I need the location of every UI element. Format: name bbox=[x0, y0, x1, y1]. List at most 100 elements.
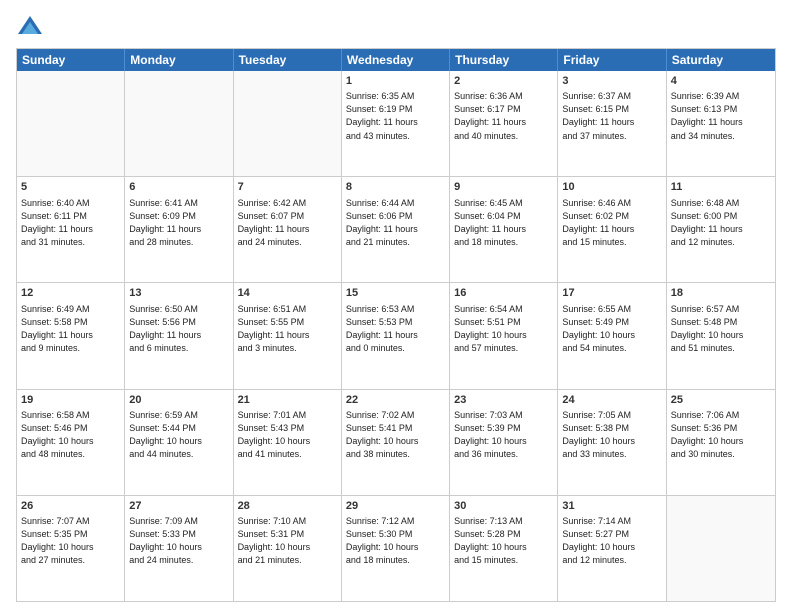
day-number: 8 bbox=[346, 180, 445, 195]
day-number: 30 bbox=[454, 499, 553, 514]
day-number: 5 bbox=[21, 180, 120, 195]
logo bbox=[16, 14, 46, 42]
day-number: 25 bbox=[671, 393, 771, 408]
cell-text: Sunrise: 6:54 AM Sunset: 5:51 PM Dayligh… bbox=[454, 303, 553, 355]
header bbox=[16, 10, 776, 42]
calendar-cell: 18 Sunrise: 6:57 AM Sunset: 5:48 PM Dayli… bbox=[667, 283, 775, 388]
calendar-cell: 30Sunrise: 7:13 AM Sunset: 5:28 PM Dayli… bbox=[450, 496, 558, 601]
day-number: 12 bbox=[21, 286, 120, 301]
day-number: 4 bbox=[671, 74, 771, 89]
calendar-cell: 9 Sunrise: 6:45 AM Sunset: 6:04 PM Daylig… bbox=[450, 177, 558, 282]
cell-text: Sunrise: 6:35 AM Sunset: 6:19 PM Dayligh… bbox=[346, 90, 445, 142]
calendar-cell: 23Sunrise: 7:03 AM Sunset: 5:39 PM Dayli… bbox=[450, 390, 558, 495]
cell-text: Sunrise: 6:44 AM Sunset: 6:06 PM Dayligh… bbox=[346, 197, 445, 249]
cell-text: Sunrise: 6:36 AM Sunset: 6:17 PM Dayligh… bbox=[454, 90, 553, 142]
cell-text: Sunrise: 7:12 AM Sunset: 5:30 PM Dayligh… bbox=[346, 515, 445, 567]
day-number: 19 bbox=[21, 393, 120, 408]
cell-text: Sunrise: 6:55 AM Sunset: 5:49 PM Dayligh… bbox=[562, 303, 661, 355]
calendar-cell: 8 Sunrise: 6:44 AM Sunset: 6:06 PM Daylig… bbox=[342, 177, 450, 282]
header-cell-wednesday: Wednesday bbox=[342, 49, 450, 71]
calendar-cell: 22Sunrise: 7:02 AM Sunset: 5:41 PM Dayli… bbox=[342, 390, 450, 495]
day-number: 10 bbox=[562, 180, 661, 195]
calendar-body: 1Sunrise: 6:35 AM Sunset: 6:19 PM Daylig… bbox=[17, 71, 775, 601]
calendar-cell: 17 Sunrise: 6:55 AM Sunset: 5:49 PM Dayli… bbox=[558, 283, 666, 388]
cell-text: Sunrise: 7:03 AM Sunset: 5:39 PM Dayligh… bbox=[454, 409, 553, 461]
day-number: 14 bbox=[238, 286, 337, 301]
calendar-cell bbox=[17, 71, 125, 176]
cell-text: Sunrise: 6:41 AM Sunset: 6:09 PM Dayligh… bbox=[129, 197, 228, 249]
calendar: SundayMondayTuesdayWednesdayThursdayFrid… bbox=[16, 48, 776, 602]
day-number: 7 bbox=[238, 180, 337, 195]
cell-text: Sunrise: 7:07 AM Sunset: 5:35 PM Dayligh… bbox=[21, 515, 120, 567]
cell-text: Sunrise: 6:50 AM Sunset: 5:56 PM Dayligh… bbox=[129, 303, 228, 355]
cell-text: Sunrise: 6:37 AM Sunset: 6:15 PM Dayligh… bbox=[562, 90, 661, 142]
calendar-cell: 3Sunrise: 6:37 AM Sunset: 6:15 PM Daylig… bbox=[558, 71, 666, 176]
cell-text: Sunrise: 7:02 AM Sunset: 5:41 PM Dayligh… bbox=[346, 409, 445, 461]
calendar-cell: 29Sunrise: 7:12 AM Sunset: 5:30 PM Dayli… bbox=[342, 496, 450, 601]
calendar-row-4: 19Sunrise: 6:58 AM Sunset: 5:46 PM Dayli… bbox=[17, 389, 775, 495]
calendar-cell: 21Sunrise: 7:01 AM Sunset: 5:43 PM Dayli… bbox=[234, 390, 342, 495]
day-number: 23 bbox=[454, 393, 553, 408]
day-number: 26 bbox=[21, 499, 120, 514]
cell-text: Sunrise: 6:42 AM Sunset: 6:07 PM Dayligh… bbox=[238, 197, 337, 249]
day-number: 27 bbox=[129, 499, 228, 514]
cell-text: Sunrise: 7:14 AM Sunset: 5:27 PM Dayligh… bbox=[562, 515, 661, 567]
calendar-cell: 10Sunrise: 6:46 AM Sunset: 6:02 PM Dayli… bbox=[558, 177, 666, 282]
calendar-row-1: 1Sunrise: 6:35 AM Sunset: 6:19 PM Daylig… bbox=[17, 71, 775, 176]
day-number: 22 bbox=[346, 393, 445, 408]
day-number: 17 bbox=[562, 286, 661, 301]
day-number: 29 bbox=[346, 499, 445, 514]
calendar-cell: 6 Sunrise: 6:41 AM Sunset: 6:09 PM Daylig… bbox=[125, 177, 233, 282]
calendar-row-5: 26Sunrise: 7:07 AM Sunset: 5:35 PM Dayli… bbox=[17, 495, 775, 601]
calendar-cell: 15 Sunrise: 6:53 AM Sunset: 5:53 PM Dayli… bbox=[342, 283, 450, 388]
header-cell-saturday: Saturday bbox=[667, 49, 775, 71]
calendar-cell bbox=[234, 71, 342, 176]
day-number: 15 bbox=[346, 286, 445, 301]
calendar-cell: 2Sunrise: 6:36 AM Sunset: 6:17 PM Daylig… bbox=[450, 71, 558, 176]
cell-text: Sunrise: 7:09 AM Sunset: 5:33 PM Dayligh… bbox=[129, 515, 228, 567]
calendar-row-3: 12 Sunrise: 6:49 AM Sunset: 5:58 PM Dayli… bbox=[17, 282, 775, 388]
calendar-cell: 28Sunrise: 7:10 AM Sunset: 5:31 PM Dayli… bbox=[234, 496, 342, 601]
cell-text: Sunrise: 7:06 AM Sunset: 5:36 PM Dayligh… bbox=[671, 409, 771, 461]
calendar-cell: 7 Sunrise: 6:42 AM Sunset: 6:07 PM Daylig… bbox=[234, 177, 342, 282]
calendar-cell: 4Sunrise: 6:39 AM Sunset: 6:13 PM Daylig… bbox=[667, 71, 775, 176]
day-number: 20 bbox=[129, 393, 228, 408]
calendar-cell: 24Sunrise: 7:05 AM Sunset: 5:38 PM Dayli… bbox=[558, 390, 666, 495]
cell-text: Sunrise: 6:57 AM Sunset: 5:48 PM Dayligh… bbox=[671, 303, 771, 355]
day-number: 28 bbox=[238, 499, 337, 514]
day-number: 1 bbox=[346, 74, 445, 89]
calendar-cell: 12 Sunrise: 6:49 AM Sunset: 5:58 PM Dayli… bbox=[17, 283, 125, 388]
cell-text: Sunrise: 6:48 AM Sunset: 6:00 PM Dayligh… bbox=[671, 197, 771, 249]
day-number: 6 bbox=[129, 180, 228, 195]
cell-text: Sunrise: 6:45 AM Sunset: 6:04 PM Dayligh… bbox=[454, 197, 553, 249]
page: SundayMondayTuesdayWednesdayThursdayFrid… bbox=[0, 0, 792, 612]
day-number: 13 bbox=[129, 286, 228, 301]
cell-text: Sunrise: 7:10 AM Sunset: 5:31 PM Dayligh… bbox=[238, 515, 337, 567]
day-number: 11 bbox=[671, 180, 771, 195]
cell-text: Sunrise: 6:49 AM Sunset: 5:58 PM Dayligh… bbox=[21, 303, 120, 355]
logo-icon bbox=[16, 14, 44, 42]
day-number: 24 bbox=[562, 393, 661, 408]
calendar-cell: 11 Sunrise: 6:48 AM Sunset: 6:00 PM Dayli… bbox=[667, 177, 775, 282]
calendar-cell: 1Sunrise: 6:35 AM Sunset: 6:19 PM Daylig… bbox=[342, 71, 450, 176]
day-number: 9 bbox=[454, 180, 553, 195]
calendar-cell: 14 Sunrise: 6:51 AM Sunset: 5:55 PM Dayli… bbox=[234, 283, 342, 388]
calendar-cell: 25Sunrise: 7:06 AM Sunset: 5:36 PM Dayli… bbox=[667, 390, 775, 495]
calendar-cell: 31Sunrise: 7:14 AM Sunset: 5:27 PM Dayli… bbox=[558, 496, 666, 601]
header-cell-friday: Friday bbox=[558, 49, 666, 71]
day-number: 18 bbox=[671, 286, 771, 301]
calendar-cell: 16Sunrise: 6:54 AM Sunset: 5:51 PM Dayli… bbox=[450, 283, 558, 388]
header-cell-monday: Monday bbox=[125, 49, 233, 71]
calendar-cell bbox=[667, 496, 775, 601]
cell-text: Sunrise: 6:53 AM Sunset: 5:53 PM Dayligh… bbox=[346, 303, 445, 355]
day-number: 3 bbox=[562, 74, 661, 89]
calendar-cell: 19Sunrise: 6:58 AM Sunset: 5:46 PM Dayli… bbox=[17, 390, 125, 495]
cell-text: Sunrise: 6:51 AM Sunset: 5:55 PM Dayligh… bbox=[238, 303, 337, 355]
cell-text: Sunrise: 6:39 AM Sunset: 6:13 PM Dayligh… bbox=[671, 90, 771, 142]
cell-text: Sunrise: 7:13 AM Sunset: 5:28 PM Dayligh… bbox=[454, 515, 553, 567]
calendar-cell: 27Sunrise: 7:09 AM Sunset: 5:33 PM Dayli… bbox=[125, 496, 233, 601]
cell-text: Sunrise: 6:58 AM Sunset: 5:46 PM Dayligh… bbox=[21, 409, 120, 461]
calendar-header-row: SundayMondayTuesdayWednesdayThursdayFrid… bbox=[17, 49, 775, 71]
cell-text: Sunrise: 6:40 AM Sunset: 6:11 PM Dayligh… bbox=[21, 197, 120, 249]
calendar-cell bbox=[125, 71, 233, 176]
